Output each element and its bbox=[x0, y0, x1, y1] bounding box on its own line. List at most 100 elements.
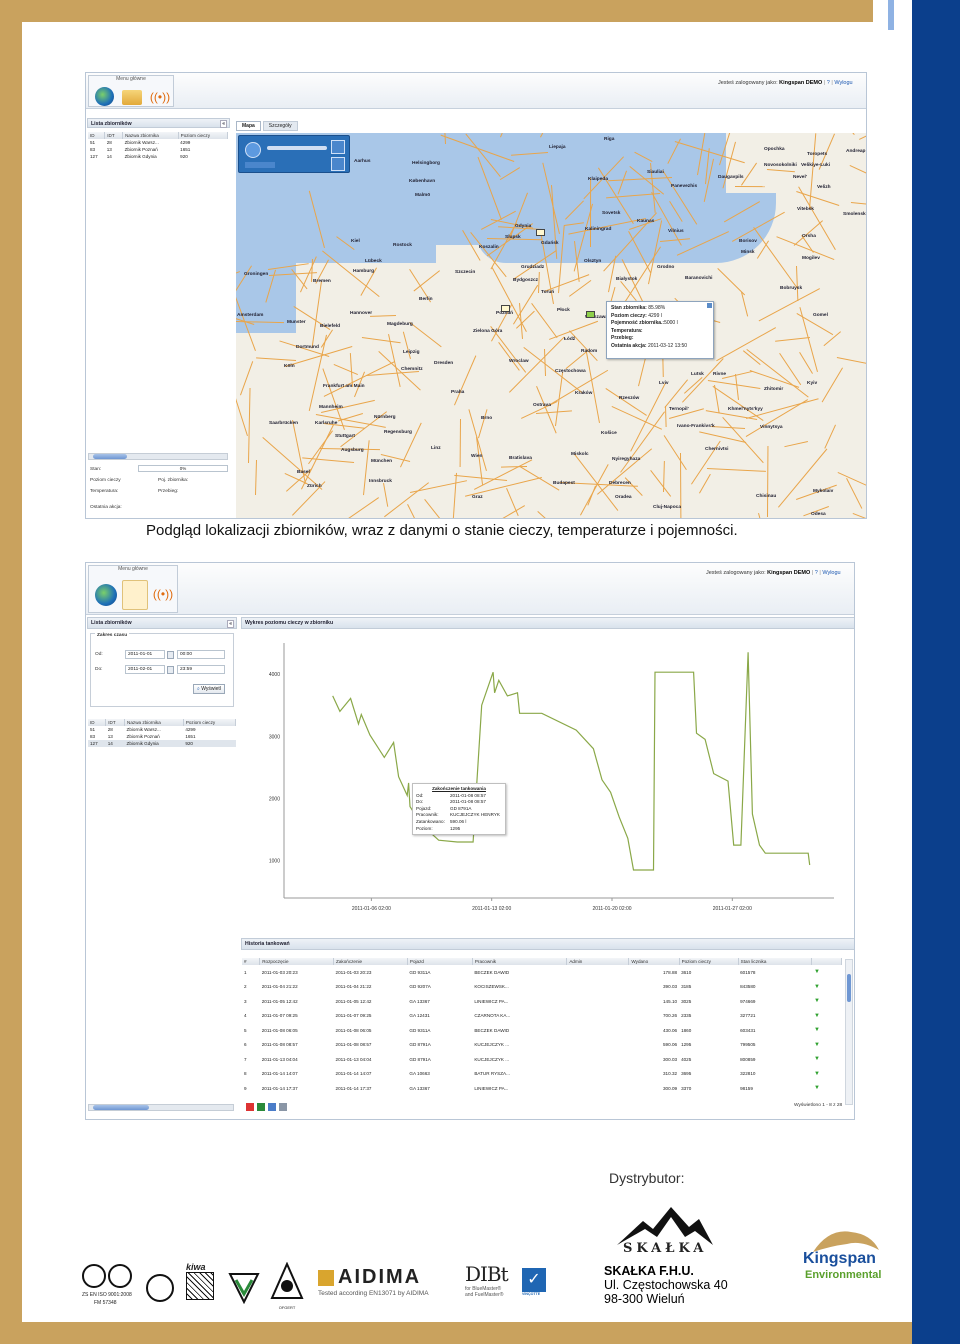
globe-icon[interactable] bbox=[95, 87, 114, 106]
login-user: Kingspan DEMO bbox=[779, 80, 823, 86]
kiwa-mark-icon bbox=[186, 1272, 214, 1300]
tab-map[interactable]: Mapa bbox=[236, 121, 261, 131]
to-time-input[interactable]: 23:59 bbox=[177, 665, 225, 674]
map-view[interactable]: Riga Opochka Toropets Andreap Liepaja Siaulia… bbox=[236, 133, 866, 518]
show-button[interactable]: ⌕ Wyświetl bbox=[193, 684, 225, 694]
logout-link[interactable]: Wylogu bbox=[834, 80, 852, 86]
globe-icon-2[interactable] bbox=[95, 584, 117, 606]
tank-row[interactable]: 83 13 Zbiornik Poznań 1651 bbox=[88, 146, 228, 153]
download-arrow-icon[interactable]: ▼ bbox=[812, 1067, 842, 1082]
download-arrow-icon[interactable]: ▼ bbox=[812, 980, 842, 995]
history-cell: 1295 bbox=[681, 1042, 692, 1048]
map-type-icons[interactable] bbox=[245, 162, 275, 168]
zoom-slider[interactable] bbox=[267, 146, 327, 150]
tank-row[interactable]: 51 28 Zbiornik Warsz... 4299 bbox=[88, 726, 236, 733]
tank-column-header[interactable]: Nazwa zbiornika bbox=[124, 719, 184, 726]
download-arrow-icon[interactable]: ▼ bbox=[812, 1009, 842, 1024]
popup-state-label: Stan zbiornika: bbox=[611, 305, 647, 311]
history-row[interactable]: 3 2011-01-05 12:42 2011-01-05 12:42 GA 1336… bbox=[242, 994, 842, 1009]
history-column-header[interactable]: Pracownik bbox=[472, 958, 568, 965]
history-column-header[interactable]: Admin bbox=[566, 958, 630, 965]
download-arrow-icon[interactable]: ▼ bbox=[812, 994, 842, 1009]
excel-icon[interactable] bbox=[257, 1103, 265, 1111]
tank-column-header[interactable]: IDT bbox=[105, 719, 126, 726]
tank-list-scrollbar-2[interactable] bbox=[88, 1104, 234, 1111]
history-column-header[interactable]: Wydano bbox=[628, 958, 680, 965]
tank-column-header[interactable]: Poziom cieczy bbox=[178, 132, 229, 139]
tab-details[interactable]: Szczegóły bbox=[262, 121, 298, 131]
from-calendar-icon[interactable] bbox=[167, 651, 174, 659]
tank-row[interactable]: 51 28 Zbiornik Warsz... 4299 bbox=[88, 139, 228, 146]
history-column-header[interactable]: Rozpoczęcie bbox=[259, 958, 335, 965]
tank-list-title: Lista zbiorników bbox=[91, 121, 132, 127]
logout-link-2[interactable]: Wylogu bbox=[822, 570, 840, 576]
refresh-icon[interactable] bbox=[268, 1103, 276, 1111]
level-chart: 1000 2000 3000 4000 2011-01-06 02:00 2011-01-… bbox=[269, 643, 834, 912]
history-row[interactable]: 9 2011-01-14 17:37 2011-01-14 17:37 GA 1336… bbox=[242, 1081, 842, 1096]
history-cell: 3025 bbox=[681, 998, 692, 1004]
history-row[interactable]: 8 2011-01-14 14:07 2011-01-14 14:07 GA 1066… bbox=[242, 1067, 842, 1082]
history-row[interactable]: 2 2011-01-04 21:22 2011-01-04 21:22 GD 9207… bbox=[242, 980, 842, 995]
tank-column-header[interactable]: IDT bbox=[104, 132, 124, 139]
skalka-logo: SKAŁKA bbox=[615, 1205, 715, 1263]
from-time-input[interactable]: 00:00 bbox=[177, 650, 225, 659]
history-column-header[interactable]: Pojazd bbox=[407, 958, 473, 965]
tank-row[interactable]: 83 13 Zbiornik Poznań 1651 bbox=[88, 733, 236, 740]
download-arrow-icon[interactable]: ▼ bbox=[812, 1038, 842, 1053]
history-cell: 5 bbox=[244, 1027, 247, 1033]
folder-icon[interactable] bbox=[122, 90, 142, 105]
history-column-header[interactable]: Stan licznika bbox=[738, 958, 813, 965]
collapse-icon-2[interactable]: « bbox=[227, 620, 234, 628]
history-column-header[interactable]: # bbox=[242, 958, 261, 965]
history-cell: GA 12431 bbox=[409, 1013, 430, 1019]
history-row[interactable]: 4 2011-01-07 09:25 2011-01-07 09:25 GA 1243… bbox=[242, 1009, 842, 1024]
tank-list-scrollbar[interactable] bbox=[88, 453, 228, 460]
history-column-header[interactable]: Poziom cieczy bbox=[679, 958, 739, 965]
signal-icon-2[interactable]: ((•)) bbox=[152, 584, 174, 604]
tank-table: ID IDT Nazwa zbiornika Poziom cieczy 51 28 Zbi… bbox=[88, 132, 229, 160]
tank-column-header[interactable]: Poziom cieczy bbox=[183, 719, 237, 726]
fullscreen-icon[interactable] bbox=[331, 157, 345, 171]
tab-bar: Mapa Szczegóły bbox=[236, 121, 298, 131]
tank-column-header[interactable]: ID bbox=[88, 132, 106, 139]
map-navigation-control[interactable] bbox=[238, 135, 350, 173]
popup-close-icon[interactable] bbox=[707, 303, 712, 308]
tank-marker-gdynia[interactable] bbox=[536, 229, 545, 236]
tank-row[interactable]: 127 14 Zbiornik Gdynia 920 bbox=[88, 740, 236, 747]
to-calendar-icon[interactable] bbox=[167, 666, 174, 674]
history-row[interactable]: 1 2011-01-03 20:23 2011-01-03 20:23 GD 9311… bbox=[242, 965, 842, 980]
distributor-label: Dystrybutor: bbox=[609, 1170, 685, 1186]
history-cell: 2011-01-04 21:22 bbox=[335, 984, 372, 990]
pan-control[interactable] bbox=[245, 142, 261, 158]
download-arrow-icon[interactable]: ▼ bbox=[812, 1052, 842, 1067]
zoom-box-icon[interactable] bbox=[331, 140, 345, 154]
kingspan-word: Kingspan bbox=[803, 1250, 876, 1267]
collapse-icon[interactable]: « bbox=[220, 120, 227, 128]
map-city-label: Odesa bbox=[811, 512, 826, 517]
history-row[interactable]: 7 2011-01-13 04:04 2011-01-13 04:04 GD 8791… bbox=[242, 1052, 842, 1067]
signal-icon[interactable]: ((•)) bbox=[149, 87, 171, 107]
map-city-label: Miskolc bbox=[571, 452, 589, 457]
tank-row[interactable]: 127 14 Zbiornik Gdynia 920 bbox=[88, 153, 228, 160]
folder-icon-2[interactable] bbox=[122, 580, 148, 610]
history-cell: 2011-01-13 04:04 bbox=[335, 1056, 372, 1062]
history-row[interactable]: 6 2011-01-08 08:57 2011-01-08 08:57 GD 8791… bbox=[242, 1038, 842, 1053]
tank-column-header[interactable]: Nazwa zbiornika bbox=[122, 132, 179, 139]
tank-marker-poznan[interactable] bbox=[501, 305, 510, 312]
history-cell: 2011-01-14 14:07 bbox=[335, 1071, 372, 1077]
tank-column-header[interactable]: ID bbox=[88, 719, 107, 726]
tooltip-key: Poziom: bbox=[416, 825, 433, 831]
history-column-header[interactable]: Zakończenie bbox=[333, 958, 408, 965]
download-arrow-icon[interactable]: ▼ bbox=[812, 1023, 842, 1038]
pager-arrows-icon[interactable] bbox=[279, 1103, 287, 1111]
download-arrow-icon[interactable]: ▼ bbox=[812, 1081, 842, 1096]
pdf-icon[interactable] bbox=[246, 1103, 254, 1111]
mileage-label: Przebieg: bbox=[158, 489, 179, 494]
map-city-label: Khmel'nyts'kyy bbox=[728, 407, 763, 412]
from-date-input[interactable]: 2011-01-01 bbox=[125, 650, 165, 659]
download-arrow-icon[interactable]: ▼ bbox=[812, 965, 842, 980]
history-row[interactable]: 5 2011-01-08 06:05 2011-01-08 06:05 GD 9311… bbox=[242, 1023, 842, 1038]
to-date-input[interactable]: 2011-02-01 bbox=[125, 665, 165, 674]
tank-marker-warsaw[interactable] bbox=[586, 311, 595, 318]
history-scrollbar[interactable] bbox=[845, 959, 853, 1105]
